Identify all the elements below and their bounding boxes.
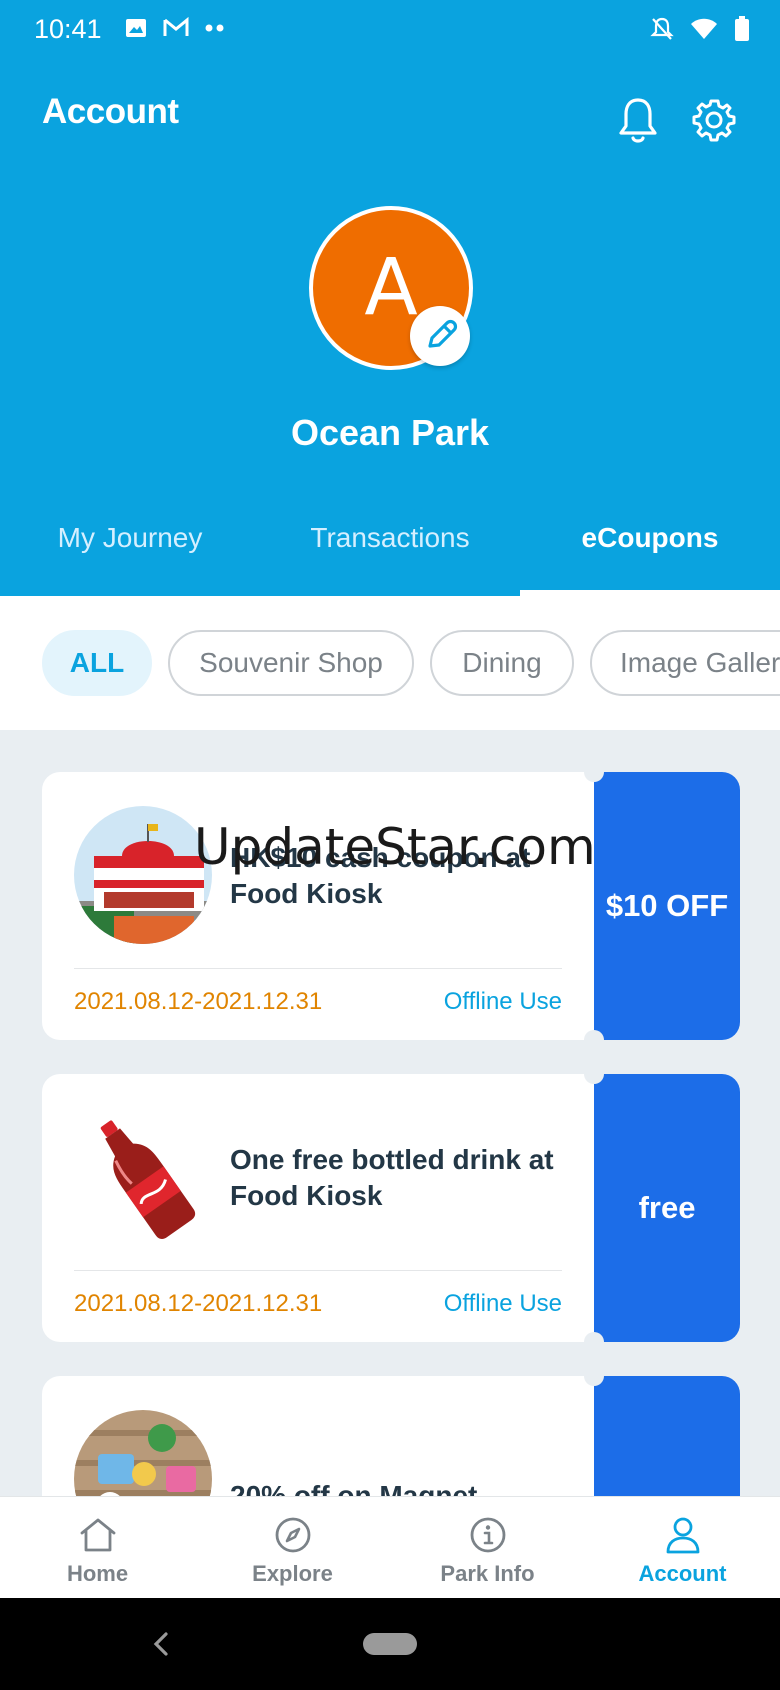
- coupon-usage: Offline Use: [443, 988, 562, 1015]
- status-left-icons: [124, 16, 226, 40]
- filter-chip-image-gallery[interactable]: Image Galler: [590, 630, 780, 696]
- status-bar: 10:41: [0, 0, 780, 60]
- tab-ecoupons[interactable]: eCoupons: [520, 522, 780, 554]
- edit-avatar-button[interactable]: [410, 306, 470, 366]
- profile-name: Ocean Park: [290, 412, 490, 453]
- coupon-body[interactable]: One free bottled drink at Food Kiosk 202…: [42, 1074, 594, 1342]
- coupon-value-panel[interactable]: free: [594, 1074, 740, 1342]
- filter-chip-souvenir-shop[interactable]: Souvenir Shop: [168, 630, 414, 696]
- bottom-nav: Home Explore Park Info Account: [0, 1496, 780, 1598]
- bell-icon[interactable]: [616, 96, 660, 144]
- coupon-notch: [584, 1332, 604, 1352]
- nav-item-account[interactable]: Account: [585, 1497, 780, 1599]
- coupon-notch: [584, 762, 604, 782]
- image-notification-icon: [126, 19, 146, 37]
- filter-chip-dining[interactable]: Dining: [430, 630, 574, 696]
- coupon-card[interactable]: HK$10 cash coupon at Food Kiosk 2021.08.…: [42, 762, 740, 1050]
- coupon-card[interactable]: One free bottled drink at Food Kiosk 202…: [42, 1064, 740, 1352]
- coupon-value: free: [638, 1190, 696, 1225]
- tab-my-journey[interactable]: My Journey: [0, 522, 260, 554]
- nav-label: Explore: [252, 1561, 333, 1586]
- filter-chip-all[interactable]: ALL: [42, 630, 152, 696]
- nav-item-home[interactable]: Home: [0, 1497, 195, 1599]
- user-icon: [666, 1517, 700, 1554]
- coupon-value-panel[interactable]: $10 OFF: [594, 772, 740, 1040]
- coupon-usage: Offline Use: [443, 1290, 562, 1317]
- tab-transactions[interactable]: Transactions: [260, 522, 520, 554]
- status-right-icons: [650, 16, 750, 42]
- coupon-date-range: 2021.08.12-2021.12.31: [74, 988, 323, 1015]
- status-time: 10:41: [34, 14, 102, 44]
- account-header: Account A Ocean Park My Journey Transact…: [0, 60, 780, 596]
- more-notifications-icon: [205, 24, 224, 32]
- nav-label: Home: [66, 1561, 129, 1586]
- system-nav-bar: [0, 1598, 780, 1690]
- nav-label: Park Info: [440, 1561, 535, 1586]
- pencil-icon: [428, 319, 458, 348]
- nav-item-park-info[interactable]: Park Info: [390, 1497, 585, 1599]
- home-gesture-pill[interactable]: [363, 1633, 417, 1655]
- nav-item-explore[interactable]: Explore: [195, 1497, 390, 1599]
- wifi-icon: [691, 18, 717, 39]
- coupon-notch: [584, 1064, 604, 1084]
- filter-bar: ALL Souvenir Shop Dining Image Galler: [0, 596, 780, 730]
- coupon-divider: [74, 968, 562, 969]
- coupon-notch: [584, 1366, 604, 1386]
- coupon-body[interactable]: HK$10 cash coupon at Food Kiosk 2021.08.…: [42, 772, 594, 1040]
- mute-icon: [650, 17, 674, 40]
- battery-icon: [735, 16, 749, 41]
- coupon-date-range: 2021.08.12-2021.12.31: [74, 1290, 323, 1317]
- gear-icon[interactable]: [692, 98, 736, 142]
- info-icon: [470, 1517, 506, 1553]
- coupon-value: $10 OFF: [605, 888, 729, 923]
- coupon-title: One free bottled drink at Food Kiosk: [230, 1144, 554, 1211]
- coupon-divider: [74, 1270, 562, 1271]
- coupon-image-food-kiosk: [74, 806, 212, 944]
- coupon-image-coca-cola-bottle: [74, 1108, 212, 1246]
- back-icon[interactable]: [148, 1628, 172, 1660]
- coupon-title: HK$10 cash coupon at Food Kiosk: [230, 842, 531, 909]
- gmail-notification-icon: [163, 16, 189, 36]
- nav-label: Account: [638, 1561, 727, 1586]
- compass-icon: [275, 1517, 311, 1553]
- page-title: Account: [42, 92, 179, 131]
- home-icon: [80, 1518, 116, 1552]
- coupon-notch: [584, 1030, 604, 1050]
